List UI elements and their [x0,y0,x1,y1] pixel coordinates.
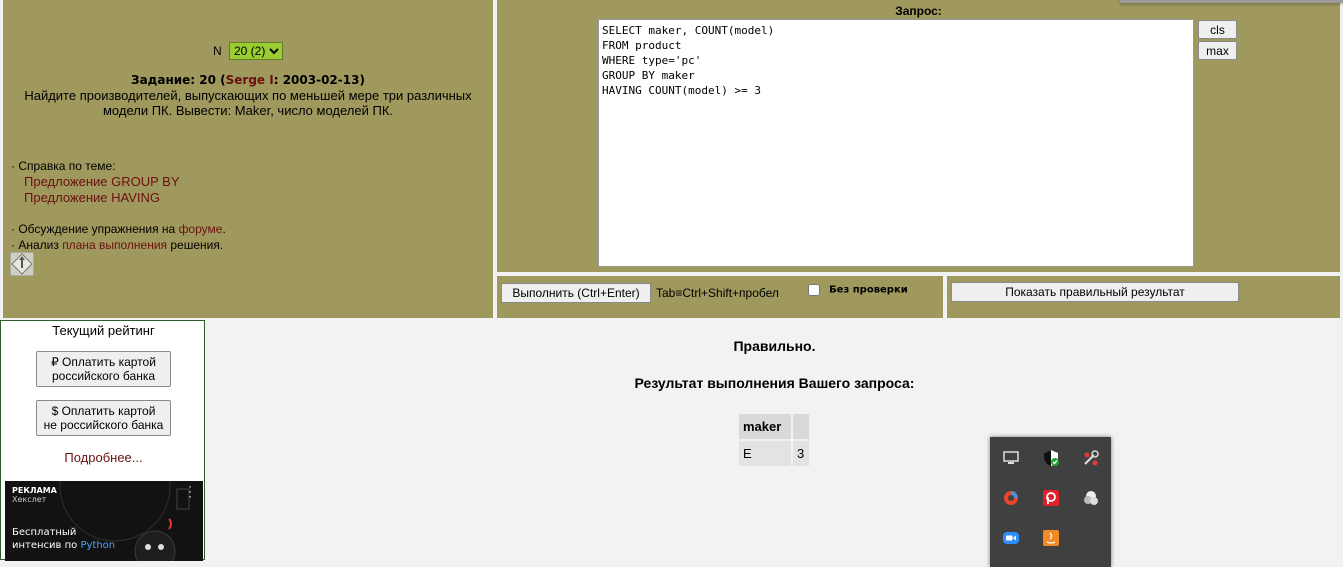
no-check-checkbox[interactable] [808,284,820,297]
run-controls: Выполнить (Ctrl+Enter) Tab≡Ctrl+Shift+пр… [497,276,943,318]
ad-text-line1: Бесплатный [12,527,77,538]
discussion-suffix: . [222,222,226,236]
pay-foreign-card-button[interactable]: $ Оплатить картой не российского банка [36,400,171,436]
analysis-prefix: · Анализ [11,238,63,252]
ad-label: РЕКЛАМА Хекслет [12,486,57,504]
pay-usd-line1: $ Оплатить картой [51,404,156,418]
shortcut-hint: Tab≡Ctrl+Shift+пробел [656,286,779,300]
n-label: N [212,44,222,58]
no-check-option[interactable]: Без проверки [808,284,908,297]
task-text-line2: модели ПК. Вывести: Maker, число моделей… [102,103,394,118]
help-heading: · Справка по теме: [11,159,116,173]
monitor-icon[interactable] [1001,448,1021,468]
help-link-group-by[interactable]: Предложение GROUP BY [24,174,180,189]
analysis-suffix: решения. [167,238,224,252]
execution-plan-link[interactable]: плана выполнения [62,238,167,252]
ad-brand: Хекслет [12,495,47,504]
tools-icon[interactable] [1081,448,1101,468]
table-header-row: maker [739,414,809,439]
result-table: maker E 3 [737,412,811,468]
ad-text-line2: интенсив по [12,540,81,551]
zoom-video-icon[interactable] [1001,528,1021,548]
cell-maker: E [739,441,791,466]
query-panel: Запрос: SELECT maker, COUNT(model) FROM … [497,0,1340,272]
show-correct-result-button[interactable]: Показать правильный результат [951,282,1239,302]
result-title: Результат выполнения Вашего запроса: [634,375,915,391]
ad-text-highlight: Python [80,540,116,551]
pay-russian-card-button[interactable]: ₽ Оплатить картой российского банка [36,351,171,387]
system-tray-popup [990,437,1111,567]
max-button[interactable]: max [1198,41,1237,60]
pay-rub-line2: российского банка [51,369,156,383]
ad-label-text: РЕКЛАМА [12,486,57,495]
cls-button[interactable]: cls [1198,20,1237,39]
task-text-line1: Найдите производителей, выпускающих по м… [24,88,472,103]
discussion-prefix: · Обсуждение упражнения на [11,222,179,236]
run-button[interactable]: Выполнить (Ctrl+Enter) [501,283,651,303]
column-header-maker: maker [739,414,791,439]
discussion-line: · Обсуждение упражнения на форуме. [11,221,226,237]
task-title: Задание: 20 (Serge I: 2003-02-13) [3,73,493,88]
info-diamond-icon[interactable] [9,251,35,277]
security-shield-icon[interactable] [1041,448,1061,468]
task-selector-row: N 20 (2) [3,42,493,60]
drive-icon[interactable] [1001,488,1021,508]
query-label: Запрос: [895,4,942,18]
help-section: · Справка по теме: Предложение GROUP BY … [11,158,226,253]
more-link[interactable]: Подробнее... [1,450,206,465]
help-link-having[interactable]: Предложение HAVING [24,190,160,205]
table-row: E 3 [739,441,809,466]
forum-link[interactable]: форуме [179,222,223,236]
sql-query-editor[interactable]: SELECT maker, COUNT(model) FROM product … [598,19,1194,267]
pdf-icon[interactable] [1041,488,1061,508]
cloud-icon[interactable] [1081,488,1101,508]
window-edge-shadow [1120,0,1343,3]
task-date: : 2003-02-13) [273,73,365,87]
left-sidebar: Текущий рейтинг ₽ Оплатить картой россий… [0,320,206,561]
current-rating-label: Текущий рейтинг [52,323,155,338]
task-number-select[interactable]: 20 (2) [229,42,283,60]
task-prefix: Задание: 20 ( [131,73,226,87]
ad-menu-icon[interactable]: · · · [188,481,192,502]
task-panel: N 20 (2) Задание: 20 (Serge I: 2003-02-1… [3,0,493,318]
verdict-text: Правильно. [733,338,816,354]
ad-text: Бесплатный интенсив по Python [12,526,115,552]
cell-count: 3 [793,441,809,466]
java-icon[interactable] [1041,528,1061,548]
pay-rub-line1: ₽ Оплатить картой [51,355,156,369]
no-check-label: Без проверки [829,284,908,296]
column-header-count [793,414,809,439]
task-author: Serge I [225,73,274,87]
advertisement-banner[interactable]: РЕКЛАМА Хекслет · · · Бесплатный интенсив по… [5,481,203,561]
show-result-area: Показать правильный результат [947,276,1340,318]
analysis-line: · Анализ плана выполнения решения. [11,237,226,253]
pay-usd-line2: не российского банка [43,418,164,432]
task-description: Задание: 20 (Serge I: 2003-02-13) Найдит… [3,73,493,118]
